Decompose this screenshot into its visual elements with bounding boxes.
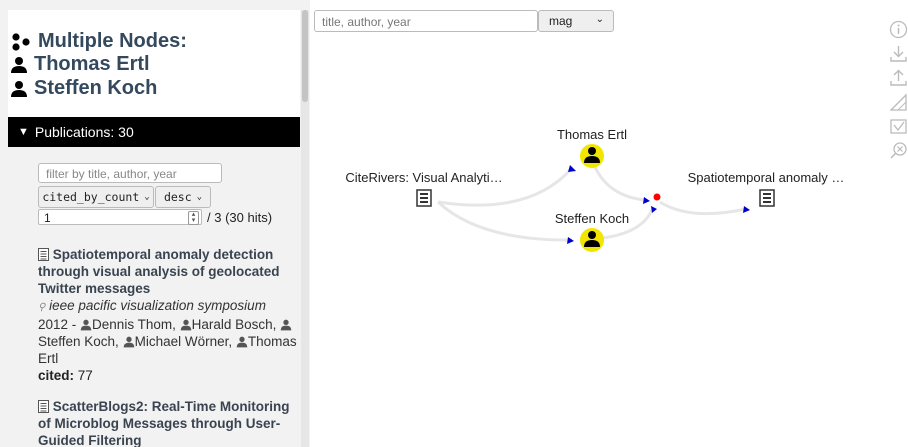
- person-icon: [280, 319, 292, 331]
- upload-icon[interactable]: [889, 68, 908, 87]
- cited-value: 77: [77, 368, 93, 383]
- publication-title[interactable]: ScatterBlogs2: Real-Time Monitoring of M…: [38, 399, 290, 447]
- info-icon[interactable]: [889, 20, 908, 39]
- side-panel-scrollbar[interactable]: [301, 10, 309, 447]
- header-title: Multiple Nodes:: [38, 30, 187, 52]
- author-link[interactable]: Harald Bosch,: [180, 317, 277, 332]
- header-author-1: Thomas Ertl: [34, 53, 150, 75]
- person-icon: [236, 336, 248, 348]
- person-icon: [11, 56, 27, 73]
- header-line-3: Steffen Koch: [10, 77, 157, 100]
- publications-count-label: Publications: 30: [34, 124, 134, 140]
- edge-arrow: [743, 206, 750, 213]
- publication-title[interactable]: Spatiotemporal anomaly detection through…: [38, 247, 280, 296]
- chevron-down-icon: ⌄: [196, 192, 203, 202]
- edge-arrow: [643, 197, 650, 204]
- chevron-down-icon: ⌄: [595, 14, 604, 25]
- author-name: Dennis Thom,: [92, 317, 176, 332]
- graph-edge: [436, 200, 573, 242]
- publication-item[interactable]: ScatterBlogs2: Real-Time Monitoring of M…: [38, 398, 304, 447]
- chevron-down-icon: ⌄: [144, 192, 150, 202]
- person-icon: [123, 336, 134, 348]
- publication-filter-input[interactable]: filter by title, author, year: [38, 163, 222, 183]
- edge-arrow: [651, 206, 657, 213]
- source-select-value: mag: [549, 14, 573, 28]
- person-icon: [11, 80, 27, 97]
- graph-edge: [590, 159, 646, 202]
- page-number-value: 1: [44, 211, 51, 225]
- paper-node-icon: [416, 189, 432, 207]
- document-icon: [38, 400, 49, 413]
- author-node-icon: [580, 144, 604, 168]
- scrollbar-thumb[interactable]: [302, 10, 308, 102]
- page-number-input[interactable]: 1 ▴ ▾: [38, 209, 202, 225]
- spinner-icon[interactable]: ▴ ▾: [188, 211, 199, 225]
- sort-order-select[interactable]: desc ⌄: [155, 186, 211, 208]
- paper-node-icon: [759, 189, 775, 207]
- sort-field-value: cited_by_count: [42, 190, 140, 204]
- publication-venue: ieee pacific visualization symposium: [49, 298, 266, 313]
- chart-check-icon[interactable]: [889, 117, 908, 136]
- measure-icon[interactable]: [889, 93, 908, 112]
- edge-arrow: [567, 237, 574, 244]
- publication-item[interactable]: Spatiotemporal anomaly detection through…: [38, 246, 304, 384]
- cited-label: cited:: [38, 368, 75, 383]
- person-icon: [80, 319, 92, 331]
- side-panel: Multiple Nodes: Thomas Ertl Steffen Koch…: [0, 0, 310, 447]
- graph-node-label: Thomas Ertl: [557, 127, 627, 142]
- sort-field-select[interactable]: cited_by_count ⌄: [38, 186, 154, 208]
- person-icon: [180, 319, 191, 331]
- graph-node-label: Spatiotemporal anomaly …: [688, 170, 845, 185]
- author-name: Steffen Koch,: [38, 334, 119, 349]
- selection-header: Multiple Nodes: Thomas Ertl Steffen Koch: [8, 10, 300, 117]
- multiple-nodes-icon: [12, 32, 30, 51]
- source-select[interactable]: mag ⌄: [538, 10, 614, 32]
- publications-toggle[interactable]: ▼ Publications: 30: [8, 117, 300, 147]
- graph-search-input[interactable]: title, author, year: [314, 10, 538, 32]
- triangle-down-icon: ▼: [18, 126, 29, 138]
- page-total: / 3 (30 hits): [207, 210, 273, 225]
- author-link[interactable]: Michael Wörner,: [123, 334, 233, 349]
- graph-node-label: CiteRivers: Visual Analyti…: [345, 170, 502, 185]
- citation-count: cited: 77: [38, 367, 304, 384]
- junction-node: [653, 193, 661, 201]
- location-pin-icon: ⚲: [38, 302, 46, 313]
- download-icon[interactable]: [889, 44, 908, 63]
- document-icon: [38, 248, 49, 261]
- author-node-icon: [580, 228, 604, 252]
- graph-edge: [659, 200, 747, 216]
- header-author-2: Steffen Koch: [34, 77, 158, 99]
- author-name: Harald Bosch,: [191, 317, 277, 332]
- edge-arrow: [568, 165, 576, 172]
- author-name: Michael Wörner,: [134, 334, 233, 349]
- header-line-1: Multiple Nodes:: [10, 30, 187, 53]
- author-link[interactable]: Dennis Thom,: [80, 317, 176, 332]
- publication-year: 2012 -: [38, 317, 77, 332]
- search-x-icon[interactable]: [889, 141, 908, 160]
- sort-order-value: desc: [163, 190, 192, 204]
- header-line-2: Thomas Ertl: [10, 53, 150, 76]
- graph-node-label: Steffen Koch: [555, 211, 629, 226]
- network-graph[interactable]: CiteRivers: Visual Analyti… Thomas Ertl …: [310, 36, 885, 286]
